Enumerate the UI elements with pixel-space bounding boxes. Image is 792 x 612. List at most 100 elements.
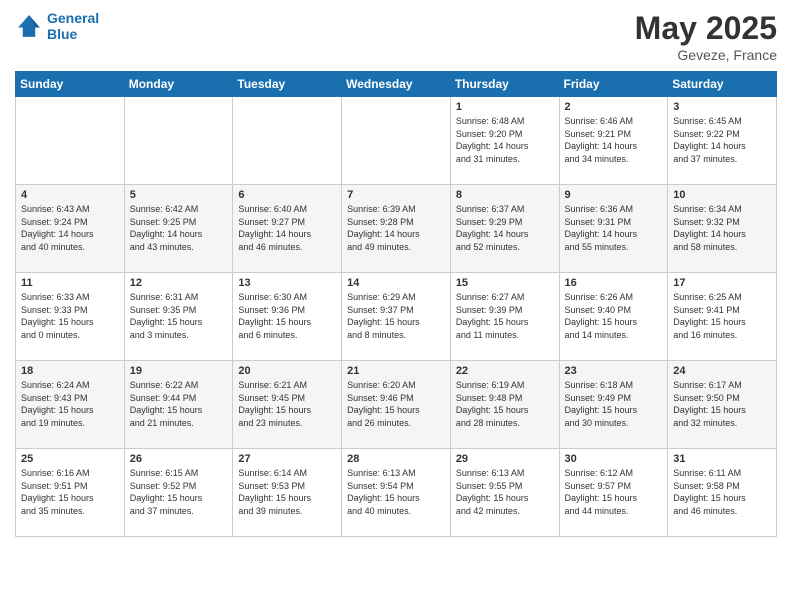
day-number: 13 (238, 277, 336, 289)
day-number: 23 (565, 365, 663, 377)
day-number: 17 (673, 277, 771, 289)
day-number: 1 (456, 101, 554, 113)
day-number: 9 (565, 189, 663, 201)
day-info: Sunrise: 6:31 AMSunset: 9:35 PMDaylight:… (130, 291, 228, 341)
day-info: Sunrise: 6:27 AMSunset: 9:39 PMDaylight:… (456, 291, 554, 341)
col-header-tuesday: Tuesday (233, 72, 342, 97)
day-info: Sunrise: 6:33 AMSunset: 9:33 PMDaylight:… (21, 291, 119, 341)
day-number: 27 (238, 453, 336, 465)
day-number: 24 (673, 365, 771, 377)
day-info: Sunrise: 6:12 AMSunset: 9:57 PMDaylight:… (565, 467, 663, 517)
day-cell: 16Sunrise: 6:26 AMSunset: 9:40 PMDayligh… (559, 273, 668, 361)
location: Geveze, France (635, 47, 777, 63)
day-info: Sunrise: 6:14 AMSunset: 9:53 PMDaylight:… (238, 467, 336, 517)
day-info: Sunrise: 6:26 AMSunset: 9:40 PMDaylight:… (565, 291, 663, 341)
day-info: Sunrise: 6:40 AMSunset: 9:27 PMDaylight:… (238, 203, 336, 253)
day-cell: 3Sunrise: 6:45 AMSunset: 9:22 PMDaylight… (668, 97, 777, 185)
day-number: 11 (21, 277, 119, 289)
logo-text: General Blue (47, 10, 99, 42)
page: General Blue May 2025 Geveze, France Sun… (0, 0, 792, 612)
day-cell: 18 Sunrise: 6:24 AMSunset: 9:43 PMDayligh… (16, 361, 125, 449)
day-cell: 5 Sunrise: 6:42 AMSunset: 9:25 PMDaylight… (124, 185, 233, 273)
day-number: 18 (21, 365, 119, 377)
day-number: 14 (347, 277, 445, 289)
day-info: Sunrise: 6:22 AMSunset: 9:44 PMDaylight:… (130, 379, 228, 429)
day-cell: 24 Sunrise: 6:17 AMSunset: 9:50 PMDayligh… (668, 361, 777, 449)
day-cell (16, 97, 125, 185)
day-number: 2 (565, 101, 663, 113)
day-info: Sunrise: 6:34 AMSunset: 9:32 PMDaylight:… (673, 203, 771, 253)
day-cell (342, 97, 451, 185)
day-info: Sunrise: 6:48 AMSunset: 9:20 PMDaylight:… (456, 115, 554, 165)
day-info: Sunrise: 6:19 AMSunset: 9:48 PMDaylight:… (456, 379, 554, 429)
day-info: Sunrise: 6:39 AMSunset: 9:28 PMDaylight:… (347, 203, 445, 253)
day-info: Sunrise: 6:21 AMSunset: 9:45 PMDaylight:… (238, 379, 336, 429)
day-number: 4 (21, 189, 119, 201)
day-cell: 14 Sunrise: 6:29 AMSunset: 9:37 PMDayligh… (342, 273, 451, 361)
logo-icon (15, 12, 43, 40)
calendar-table: SundayMondayTuesdayWednesdayThursdayFrid… (15, 71, 777, 537)
day-info: Sunrise: 6:15 AMSunset: 9:52 PMDaylight:… (130, 467, 228, 517)
day-number: 12 (130, 277, 228, 289)
day-number: 6 (238, 189, 336, 201)
week-row-3: 11 Sunrise: 6:33 AMSunset: 9:33 PMDayligh… (16, 273, 777, 361)
week-row-5: 25 Sunrise: 6:16 AMSunset: 9:51 PMDayligh… (16, 449, 777, 537)
day-number: 31 (673, 453, 771, 465)
day-cell (233, 97, 342, 185)
day-cell: 26 Sunrise: 6:15 AMSunset: 9:52 PMDayligh… (124, 449, 233, 537)
day-cell: 23 Sunrise: 6:18 AMSunset: 9:49 PMDayligh… (559, 361, 668, 449)
day-info: Sunrise: 6:25 AMSunset: 9:41 PMDaylight:… (673, 291, 771, 341)
day-cell: 4 Sunrise: 6:43 AMSunset: 9:24 PMDaylight… (16, 185, 125, 273)
day-cell: 13 Sunrise: 6:30 AMSunset: 9:36 PMDayligh… (233, 273, 342, 361)
day-cell: 31 Sunrise: 6:11 AMSunset: 9:58 PMDayligh… (668, 449, 777, 537)
day-number: 10 (673, 189, 771, 201)
day-cell: 10 Sunrise: 6:34 AMSunset: 9:32 PMDayligh… (668, 185, 777, 273)
day-number: 19 (130, 365, 228, 377)
month-title: May 2025 (635, 10, 777, 47)
day-number: 26 (130, 453, 228, 465)
day-cell (124, 97, 233, 185)
day-cell: 7Sunrise: 6:39 AMSunset: 9:28 PMDaylight… (342, 185, 451, 273)
col-header-thursday: Thursday (450, 72, 559, 97)
day-info: Sunrise: 6:30 AMSunset: 9:36 PMDaylight:… (238, 291, 336, 341)
day-cell: 15Sunrise: 6:27 AMSunset: 9:39 PMDayligh… (450, 273, 559, 361)
day-info: Sunrise: 6:17 AMSunset: 9:50 PMDaylight:… (673, 379, 771, 429)
day-info: Sunrise: 6:16 AMSunset: 9:51 PMDaylight:… (21, 467, 119, 517)
day-info: Sunrise: 6:45 AMSunset: 9:22 PMDaylight:… (673, 115, 771, 165)
day-cell: 9 Sunrise: 6:36 AMSunset: 9:31 PMDaylight… (559, 185, 668, 273)
day-cell: 29Sunrise: 6:13 AMSunset: 9:55 PMDayligh… (450, 449, 559, 537)
day-info: Sunrise: 6:46 AMSunset: 9:21 PMDaylight:… (565, 115, 663, 165)
day-info: Sunrise: 6:24 AMSunset: 9:43 PMDaylight:… (21, 379, 119, 429)
day-info: Sunrise: 6:11 AMSunset: 9:58 PMDaylight:… (673, 467, 771, 517)
header: General Blue May 2025 Geveze, France (15, 10, 777, 63)
day-number: 22 (456, 365, 554, 377)
day-number: 5 (130, 189, 228, 201)
day-cell: 17 Sunrise: 6:25 AMSunset: 9:41 PMDayligh… (668, 273, 777, 361)
day-cell: 20 Sunrise: 6:21 AMSunset: 9:45 PMDayligh… (233, 361, 342, 449)
day-cell: 21Sunrise: 6:20 AMSunset: 9:46 PMDayligh… (342, 361, 451, 449)
title-block: May 2025 Geveze, France (635, 10, 777, 63)
day-cell: 25 Sunrise: 6:16 AMSunset: 9:51 PMDayligh… (16, 449, 125, 537)
day-number: 29 (456, 453, 554, 465)
day-info: Sunrise: 6:13 AMSunset: 9:54 PMDaylight:… (347, 467, 445, 517)
col-header-monday: Monday (124, 72, 233, 97)
day-cell: 28Sunrise: 6:13 AMSunset: 9:54 PMDayligh… (342, 449, 451, 537)
day-number: 8 (456, 189, 554, 201)
col-header-friday: Friday (559, 72, 668, 97)
logo: General Blue (15, 10, 99, 42)
col-header-sunday: Sunday (16, 72, 125, 97)
day-number: 20 (238, 365, 336, 377)
day-number: 30 (565, 453, 663, 465)
week-row-2: 4 Sunrise: 6:43 AMSunset: 9:24 PMDaylight… (16, 185, 777, 273)
day-info: Sunrise: 6:43 AMSunset: 9:24 PMDaylight:… (21, 203, 119, 253)
day-cell: 12 Sunrise: 6:31 AMSunset: 9:35 PMDayligh… (124, 273, 233, 361)
day-info: Sunrise: 6:20 AMSunset: 9:46 PMDaylight:… (347, 379, 445, 429)
day-info: Sunrise: 6:36 AMSunset: 9:31 PMDaylight:… (565, 203, 663, 253)
day-info: Sunrise: 6:18 AMSunset: 9:49 PMDaylight:… (565, 379, 663, 429)
day-number: 25 (21, 453, 119, 465)
col-header-wednesday: Wednesday (342, 72, 451, 97)
day-cell: 30 Sunrise: 6:12 AMSunset: 9:57 PMDayligh… (559, 449, 668, 537)
day-info: Sunrise: 6:42 AMSunset: 9:25 PMDaylight:… (130, 203, 228, 253)
col-header-saturday: Saturday (668, 72, 777, 97)
day-info: Sunrise: 6:29 AMSunset: 9:37 PMDaylight:… (347, 291, 445, 341)
